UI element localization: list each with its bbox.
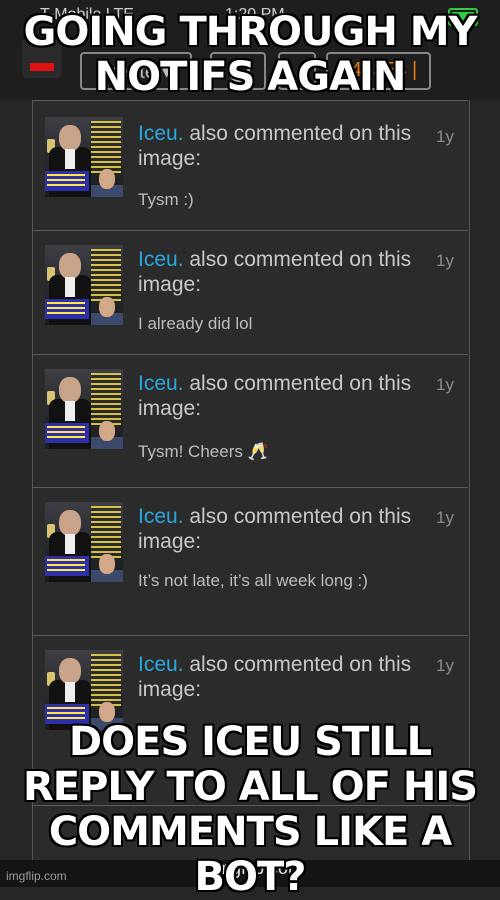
notification-item[interactable]: Iceu. also commented on this image: I al… xyxy=(32,230,468,355)
meme-thumbnail[interactable] xyxy=(45,117,123,197)
notification-item[interactable]: Iceu. also commented on this image: Tysm… xyxy=(32,354,468,488)
meme-thumbnail[interactable] xyxy=(45,245,123,325)
username-link[interactable]: Iceu. xyxy=(138,122,184,145)
notification-text: Iceu. also commented on this image: xyxy=(138,652,418,702)
notification-text: Iceu. also commented on this image: xyxy=(138,247,418,297)
username-link[interactable]: Iceu. xyxy=(138,505,184,528)
notification-text: Iceu. also commented on this image: xyxy=(138,371,418,421)
notification-age: 1y xyxy=(436,656,454,675)
comment-text: It’s not late, it’s all week long :) xyxy=(138,571,368,590)
notification-item[interactable]: Iceu. also commented on this image: Tysm… xyxy=(32,100,468,231)
notification-text: Iceu. also commented on this image: xyxy=(138,504,418,554)
comment-text: Tysm :) xyxy=(138,190,194,209)
notification-text: Iceu. also commented on this image: xyxy=(138,121,418,171)
comment-text: Tysm! Cheers 🥂 xyxy=(138,442,269,461)
username-link[interactable]: Iceu. xyxy=(138,372,184,395)
notification-age: 1y xyxy=(436,127,454,146)
notification-item[interactable]: Iceu. also commented on this image: It’s… xyxy=(32,487,468,636)
notification-age: 1y xyxy=(436,375,454,394)
notification-age: 1y xyxy=(436,251,454,270)
bottom-caption: DOES ICEU STILL REPLY TO ALL OF HIS COMM… xyxy=(22,719,478,900)
meme-thumbnail[interactable] xyxy=(45,502,123,582)
username-link[interactable]: Iceu. xyxy=(138,653,184,676)
meme-thumbnail[interactable] xyxy=(45,650,123,730)
notification-age: 1y xyxy=(436,508,454,527)
username-link[interactable]: Iceu. xyxy=(138,248,184,271)
meme-thumbnail[interactable] xyxy=(45,369,123,449)
comment-text: I already did lol xyxy=(138,314,253,333)
top-caption: GOING THROUGH MY NOTIFS AGAIN xyxy=(23,9,477,100)
